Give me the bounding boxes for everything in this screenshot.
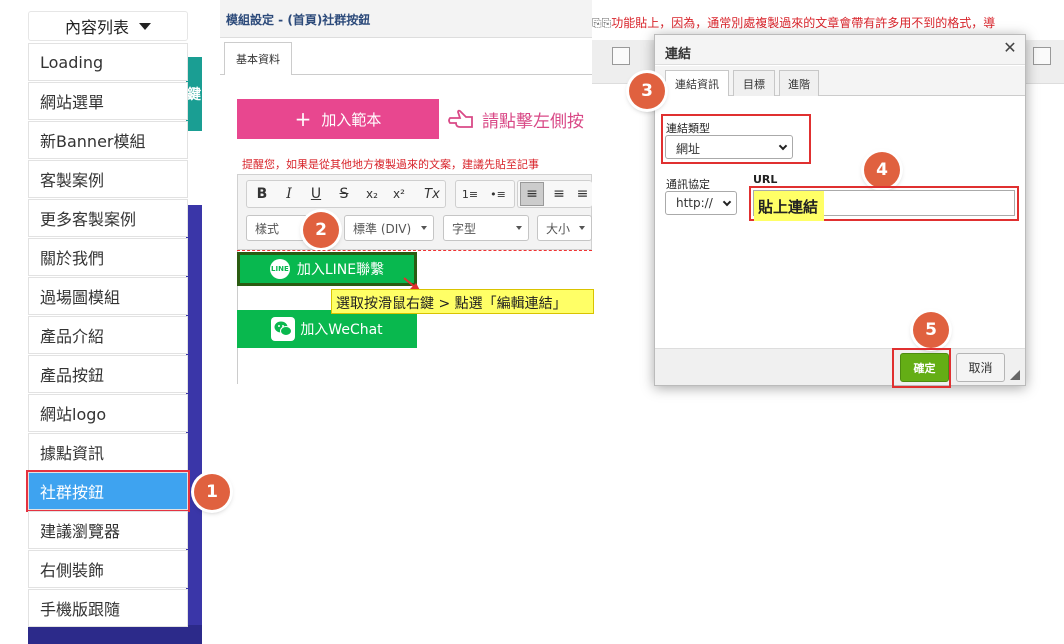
url-label: URL bbox=[753, 173, 778, 186]
tab-link-info[interactable]: 連結資訊 bbox=[665, 70, 729, 97]
chevron-down-icon bbox=[778, 141, 788, 151]
font-combo[interactable]: 字型 bbox=[443, 215, 529, 241]
menu-item[interactable]: 網站選單 bbox=[28, 82, 188, 120]
line-icon: LINE bbox=[269, 259, 290, 279]
strike-button[interactable]: S bbox=[332, 182, 356, 206]
step-badge-2: 2 bbox=[303, 212, 339, 248]
dialog-title: 連結 bbox=[655, 35, 1025, 65]
align-right-button[interactable]: ≡ bbox=[573, 182, 592, 206]
tab-advanced[interactable]: 進階 bbox=[779, 70, 819, 96]
menu-item[interactable]: 客製案例 bbox=[28, 160, 188, 198]
add-template-button[interactable]: + 加入範本 bbox=[237, 99, 439, 139]
ok-button[interactable]: 確定 bbox=[900, 353, 949, 382]
menu-item[interactable]: 據點資訊 bbox=[28, 433, 188, 471]
menu-item[interactable]: 建議瀏覽器 bbox=[28, 511, 188, 549]
subscript-button[interactable]: x₂ bbox=[360, 182, 384, 206]
pointing-hand-icon bbox=[448, 109, 473, 128]
superscript-button[interactable]: x² bbox=[387, 182, 411, 206]
editor-focus-border bbox=[237, 250, 592, 251]
menu-item[interactable]: 更多客製案例 bbox=[28, 199, 188, 237]
menu-item[interactable]: 產品按鈕 bbox=[28, 355, 188, 393]
format-combo[interactable]: 標準 (DIV) bbox=[344, 215, 434, 241]
protocol-label: 通訊協定 bbox=[666, 178, 710, 191]
module-settings-title: 模組設定 - (首頁)社群按鈕 bbox=[220, 0, 592, 38]
click-hint-text: 請點擊左側按 bbox=[482, 111, 584, 132]
plus-icon: + bbox=[294, 107, 312, 131]
step-badge-3: 3 bbox=[629, 73, 665, 109]
bold-button[interactable]: B bbox=[250, 182, 274, 206]
url-input-value: 貼上連結 bbox=[754, 191, 824, 221]
link-type-select[interactable]: 網址 bbox=[665, 135, 793, 159]
numbered-list-button[interactable]: 1≡ bbox=[458, 182, 482, 206]
instruction-tooltip: 選取按滑鼠右鍵 > 點選「編輯連結」 bbox=[331, 289, 594, 314]
menu-item[interactable]: 網站logo bbox=[28, 394, 188, 432]
right-warning-label: 功能貼上，因為，通常別處複製過來的文章會帶有許多用不到的格式，導 bbox=[611, 16, 996, 30]
click-hint: 請點擊左側按 bbox=[448, 104, 598, 134]
underline-button[interactable]: U bbox=[304, 182, 328, 206]
format-combo-label: 標準 (DIV) bbox=[353, 222, 412, 236]
table-icon[interactable] bbox=[1033, 47, 1051, 65]
background-photo-bottom bbox=[28, 625, 202, 644]
size-combo-label: 大小 bbox=[546, 222, 571, 236]
tab-basic-info[interactable]: 基本資料 bbox=[224, 42, 292, 75]
style-combo-label: 樣式 bbox=[255, 222, 280, 236]
menu-title: 內容列表 bbox=[64, 18, 129, 37]
protocol-select[interactable]: http:// bbox=[665, 191, 737, 215]
menu-item[interactable]: 社群按鈕 bbox=[26, 470, 190, 512]
chevron-down-icon bbox=[516, 226, 522, 230]
menu-dropdown-header[interactable]: 內容列表 bbox=[28, 11, 188, 41]
menu-item[interactable]: 右側裝飾 bbox=[28, 550, 188, 588]
align-left-button[interactable]: ≡ bbox=[520, 182, 544, 206]
close-icon[interactable]: ✕ bbox=[1002, 40, 1018, 56]
align-center-button[interactable]: ≡ bbox=[547, 182, 571, 206]
resize-handle-icon[interactable] bbox=[1010, 370, 1020, 380]
step-badge-4: 4 bbox=[864, 152, 900, 188]
menu-item[interactable]: 過場圖模組 bbox=[28, 277, 188, 315]
font-combo-label: 字型 bbox=[452, 222, 477, 236]
chevron-down-icon bbox=[722, 197, 732, 207]
bullet-list-button[interactable]: •≡ bbox=[486, 182, 510, 206]
caret-down-icon bbox=[139, 22, 151, 30]
menu-item[interactable]: 關於我們 bbox=[28, 238, 188, 276]
copy-icon: ⎘⎘ bbox=[592, 16, 612, 30]
line-contact-button[interactable]: LINE 加入LINE聯繫 bbox=[237, 252, 417, 286]
chevron-down-icon bbox=[579, 226, 585, 230]
cancel-button[interactable]: 取消 bbox=[956, 353, 1005, 382]
menu-item[interactable]: 新Banner模組 bbox=[28, 121, 188, 159]
step-badge-1: 1 bbox=[194, 474, 230, 510]
line-contact-label: 加入LINE聯繫 bbox=[296, 262, 385, 278]
side-tab-label: 鍵 bbox=[187, 87, 201, 103]
wechat-contact-button[interactable]: 加入WeChat bbox=[237, 310, 417, 348]
menu-item[interactable]: 產品介紹 bbox=[28, 316, 188, 354]
side-tab[interactable]: 鍵 bbox=[186, 57, 202, 131]
menu-item[interactable]: 手機版跟隨 bbox=[28, 589, 188, 627]
step-badge-5: 5 bbox=[913, 312, 949, 348]
link-type-value: 網址 bbox=[676, 142, 701, 156]
background-photo bbox=[186, 205, 202, 644]
italic-button[interactable]: I bbox=[277, 182, 301, 206]
menu-item[interactable]: Loading bbox=[28, 43, 188, 81]
link-type-label: 連結類型 bbox=[666, 122, 710, 135]
chevron-down-icon bbox=[421, 226, 427, 230]
size-combo[interactable]: 大小 bbox=[537, 215, 592, 241]
add-template-label: 加入範本 bbox=[321, 110, 382, 129]
wechat-icon bbox=[271, 317, 296, 341]
wechat-contact-label: 加入WeChat bbox=[300, 322, 383, 338]
copy-warning: 提醒您，如果是從其他地方複製過來的文案，建議先貼至記事 bbox=[242, 158, 539, 171]
remove-format-button[interactable]: Tx bbox=[420, 182, 444, 206]
paste-icon[interactable] bbox=[612, 47, 630, 65]
tab-target[interactable]: 目標 bbox=[733, 70, 775, 96]
protocol-value: http:// bbox=[676, 196, 713, 210]
